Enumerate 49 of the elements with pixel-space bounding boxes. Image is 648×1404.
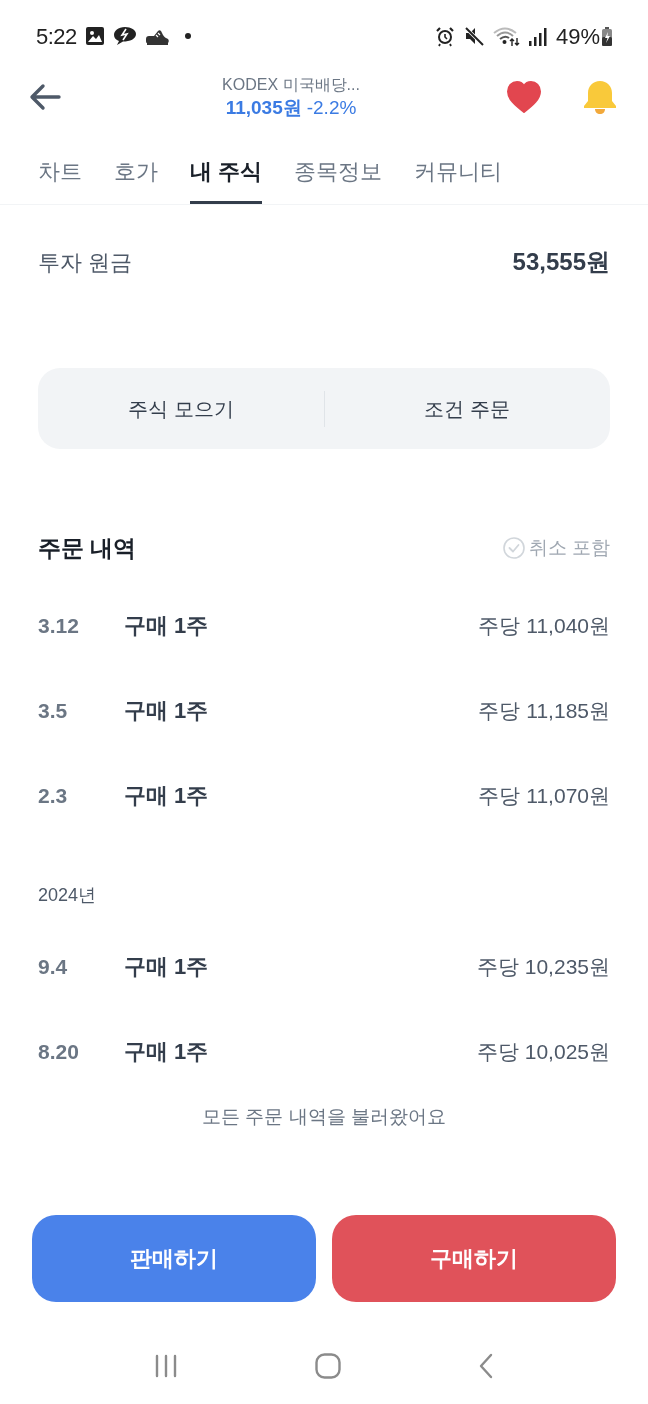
chat-bubble-icon [112,26,137,46]
back-arrow-icon [28,83,62,111]
notification-button[interactable] [582,79,618,115]
order-date: 9.4 [38,953,69,980]
image-icon [84,26,105,46]
section-title: 주문 내역 [38,533,137,563]
order-description: 구매 1주 [124,612,209,640]
order-price: 주당 11,040원 [478,612,610,639]
dot-icon [184,33,191,39]
battery-percent: 49% [555,22,600,51]
tab[interactable]: 차트 [38,138,82,204]
order-date: 2.3 [38,782,69,809]
status-time: 5:22 [36,22,77,51]
buy-button[interactable]: 구매하기 [332,1215,616,1302]
principal-value: 53,555원 [512,247,610,277]
alarm-clock-icon [434,25,455,47]
order-date: 8.20 [38,1038,80,1065]
price-change: -2.2% [306,96,357,120]
home-icon[interactable] [315,1353,341,1379]
order-date: 3.12 [38,612,80,639]
tab[interactable]: 종목정보 [294,138,383,204]
wifi-icon [492,26,520,46]
mute-icon [463,26,484,46]
order-description: 구매 1주 [124,782,209,810]
sell-button[interactable]: 판매하기 [32,1215,316,1302]
signal-icon [528,26,547,46]
tab[interactable]: 내 주식 [190,138,263,204]
order-price: 주당 10,235원 [476,953,610,980]
tab[interactable]: 커뮤니티 [414,138,503,204]
bell-icon [583,80,617,114]
order-description: 구매 1주 [124,697,209,725]
tab[interactable]: 호가 [114,138,158,204]
action-button[interactable]: 주식 모으기 [38,368,324,449]
order-description: 구매 1주 [124,953,209,981]
principal-label: 투자 원금 [38,248,133,277]
order-price: 주당 10,025원 [476,1038,610,1065]
recent-apps-icon[interactable] [155,1354,177,1378]
cancel-filter-toggle[interactable]: 취소 포함 [502,533,610,563]
order-price: 주당 11,070원 [478,782,610,809]
stock-title: KODEX 미국배당... [222,75,360,95]
battery-icon [602,26,612,46]
stock-price: 11,035원 [225,96,302,120]
back-icon[interactable] [479,1353,493,1379]
year-heading: 2024년 [38,883,97,907]
order-description: 구매 1주 [124,1038,209,1066]
order-price: 주당 11,185원 [478,697,610,724]
action-button[interactable]: 조건 주문 [324,368,610,449]
history-end-note: 모든 주문 내역을 불러왔어요 [202,1104,446,1129]
order-date: 3.5 [38,697,69,724]
